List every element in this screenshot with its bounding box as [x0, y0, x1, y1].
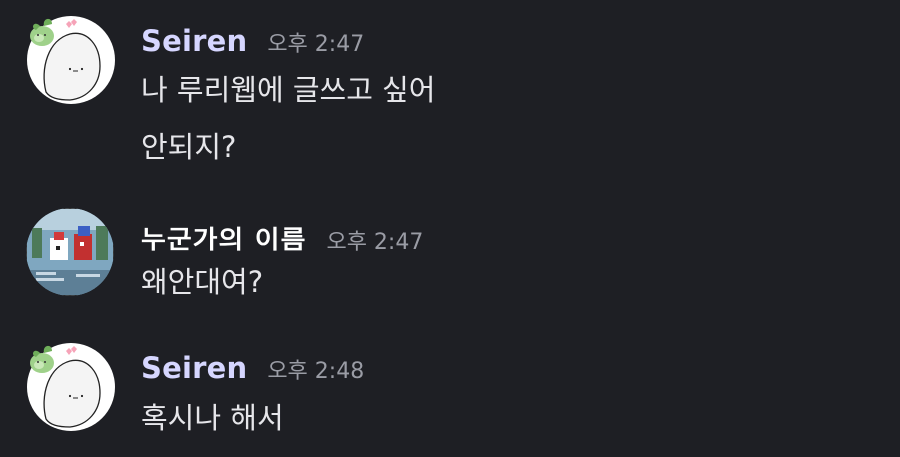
message-text: 안되지?: [141, 130, 237, 164]
username[interactable]: Seiren: [141, 24, 247, 58]
timestamp[interactable]: 오후 2:47: [326, 224, 423, 256]
pixel-game-screenshot-avatar-icon: [26, 208, 114, 296]
user-avatar-seiren[interactable]: [26, 341, 115, 431]
message-header: Seiren 오후 2:47: [141, 24, 364, 58]
message-header: 누군가의 이름 오후 2:47: [141, 218, 423, 257]
timestamp[interactable]: 오후 2:48: [267, 353, 364, 385]
message-header: Seiren 오후 2:48: [141, 351, 364, 385]
user-avatar-other[interactable]: [26, 208, 114, 296]
chat-log: Seiren 오후 2:47 나 루리웹에 글쓰고 싶어 안되지? 누군가의 이…: [0, 0, 900, 457]
username[interactable]: Seiren: [141, 351, 247, 385]
message-text: 혹시나 해서: [141, 401, 284, 435]
mochi-blob-with-sprout-avatar-icon: [27, 16, 115, 104]
mochi-blob-with-sprout-avatar-icon: [27, 343, 115, 431]
message-text: 나 루리웹에 글쓰고 싶어: [141, 73, 436, 107]
user-avatar-seiren[interactable]: [26, 14, 115, 104]
timestamp[interactable]: 오후 2:47: [267, 26, 364, 58]
message-text: 왜안대여?: [141, 265, 264, 299]
username[interactable]: 누군가의 이름: [141, 220, 306, 256]
